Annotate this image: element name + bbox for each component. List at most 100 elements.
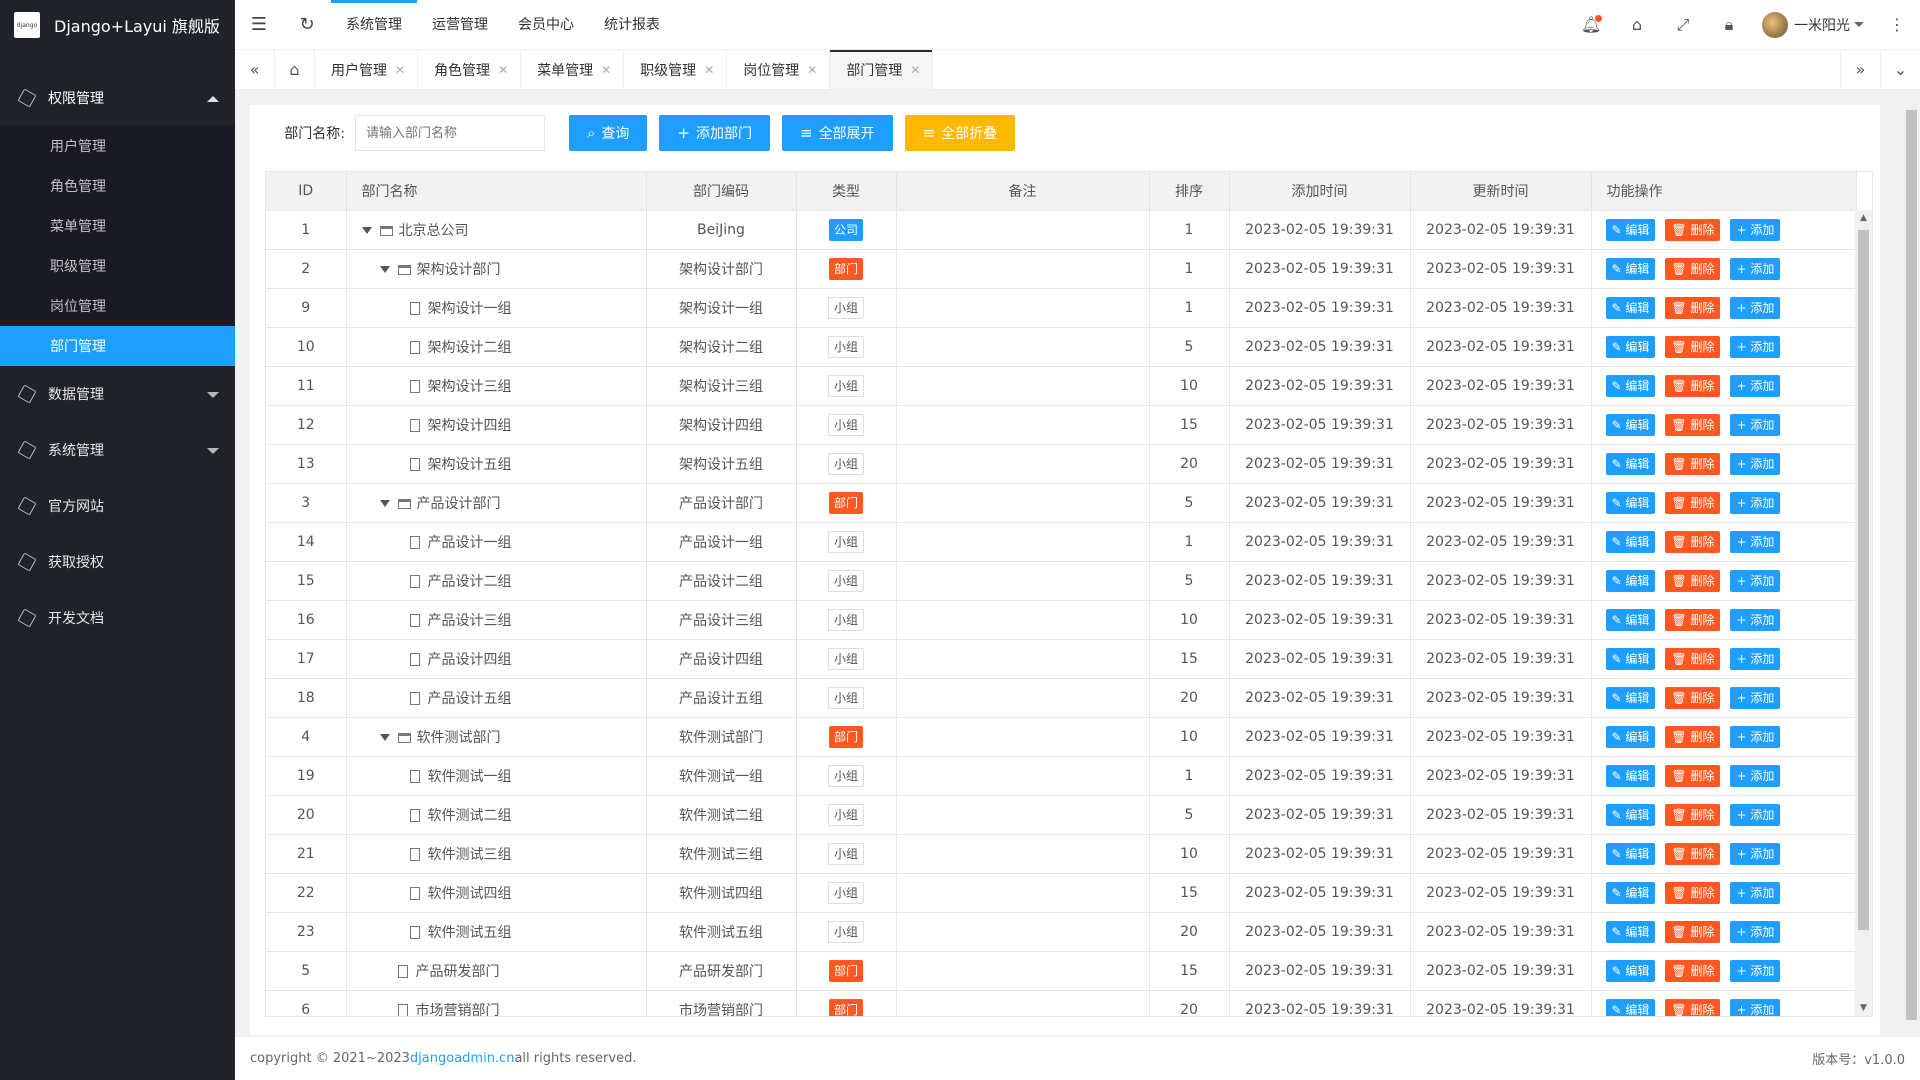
column-header-2[interactable]: 部门编码 [646,172,797,211]
tab-3[interactable]: 职级管理 ✕ [624,50,728,89]
sidebar-group-4[interactable]: 获取授权 [0,534,235,590]
edit-button[interactable]: ✎ 编辑 [1605,413,1656,436]
delete-button[interactable]: 🗑︎ 删除 [1665,608,1721,631]
query-button[interactable]: ⌕ 查询 [569,115,648,151]
tabs-scroll-left-icon[interactable]: « [235,50,275,89]
table-row[interactable]: 20 软件测试二组 软件测试二组 小组 5 2023-02-05 19:39:31 2023… [266,795,1857,835]
add-child-button[interactable]: + 添加 [1730,920,1781,943]
column-header-6[interactable]: 添加时间 [1229,172,1411,211]
table-scrollbar-thumb[interactable] [1858,230,1869,930]
caret-down-icon[interactable] [379,500,390,507]
tab-4[interactable]: 岗位管理 ✕ [727,50,831,89]
delete-button[interactable]: 🗑︎ 删除 [1665,569,1721,592]
edit-button[interactable]: ✎ 编辑 [1605,491,1656,514]
table-row[interactable]: 17 产品设计四组 产品设计四组 小组 15 2023-02-05 19:39:31 202… [266,639,1857,679]
add-child-button[interactable]: + 添加 [1730,608,1781,631]
delete-button[interactable]: 🗑︎ 删除 [1665,959,1721,982]
edit-button[interactable]: ✎ 编辑 [1605,569,1656,592]
delete-button[interactable]: 🗑︎ 删除 [1665,335,1721,358]
add-child-button[interactable]: + 添加 [1730,998,1781,1016]
column-header-5[interactable]: 排序 [1149,172,1230,211]
caret-down-icon[interactable] [379,734,390,741]
table-row[interactable]: 19 软件测试一组 软件测试一组 小组 1 2023-02-05 19:39:31 2023… [266,756,1857,796]
close-icon[interactable]: ✕ [807,63,817,77]
delete-button[interactable]: 🗑︎ 删除 [1665,842,1721,865]
menu-toggle-icon[interactable]: ☰ [235,0,283,50]
table-row[interactable]: 18 产品设计五组 产品设计五组 小组 20 2023-02-05 19:39:31 202… [266,678,1857,718]
sidebar-item-5[interactable]: 部门管理 [0,326,235,366]
column-header-1[interactable]: 部门名称 [346,172,647,211]
delete-button[interactable]: 🗑︎ 删除 [1665,374,1721,397]
column-header-7[interactable]: 更新时间 [1410,172,1592,211]
add-child-button[interactable]: + 添加 [1730,764,1781,787]
table-row[interactable]: 4 软件测试部门 软件测试部门 部门 10 2023-02-05 19:39:31 2023… [266,717,1857,757]
edit-button[interactable]: ✎ 编辑 [1605,218,1656,241]
edit-button[interactable]: ✎ 编辑 [1605,530,1656,553]
lock-icon[interactable]: 🔒︎ [1706,0,1752,50]
table-row[interactable]: 12 架构设计四组 架构设计四组 小组 15 2023-02-05 19:39:31 202… [266,405,1857,445]
column-header-4[interactable]: 备注 [896,172,1150,211]
delete-button[interactable]: 🗑︎ 删除 [1665,920,1721,943]
sidebar-item-3[interactable]: 职级管理 [0,246,235,286]
close-icon[interactable]: ✕ [395,63,405,77]
add-child-button[interactable]: + 添加 [1730,296,1781,319]
table-row[interactable]: 9 架构设计一组 架构设计一组 小组 1 2023-02-05 19:39:31 2023-… [266,288,1857,328]
bell-icon[interactable]: 🔔︎ [1568,0,1614,50]
edit-button[interactable]: ✎ 编辑 [1605,608,1656,631]
add-child-button[interactable]: + 添加 [1730,881,1781,904]
delete-button[interactable]: 🗑︎ 删除 [1665,998,1721,1016]
close-icon[interactable]: ✕ [498,63,508,77]
delete-button[interactable]: 🗑︎ 删除 [1665,413,1721,436]
caret-down-icon[interactable] [361,227,372,234]
table-row[interactable]: 14 产品设计一组 产品设计一组 小组 1 2023-02-05 19:39:31 2023… [266,522,1857,562]
column-header-8[interactable]: 功能操作 [1591,172,1857,211]
delete-button[interactable]: 🗑︎ 删除 [1665,257,1721,280]
add-dept-button[interactable]: + 添加部门 [659,115,770,151]
add-child-button[interactable]: + 添加 [1730,803,1781,826]
user-menu[interactable]: 一米阳光 [1752,11,1874,38]
caret-down-icon[interactable] [379,266,390,273]
table-row[interactable]: 6 市场营销部门 市场营销部门 部门 20 2023-02-05 19:39:31 2023… [266,990,1857,1016]
tabs-dropdown-icon[interactable]: ⌄ [1880,50,1920,89]
table-row[interactable]: 16 产品设计三组 产品设计三组 小组 10 2023-02-05 19:39:31 202… [266,600,1857,640]
edit-button[interactable]: ✎ 编辑 [1605,374,1656,397]
delete-button[interactable]: 🗑︎ 删除 [1665,725,1721,748]
tab-5[interactable]: 部门管理 ✕ [830,50,934,89]
table-row[interactable]: 15 产品设计二组 产品设计二组 小组 5 2023-02-05 19:39:31 2023… [266,561,1857,601]
scroll-down-icon[interactable]: ▼ [1855,1000,1872,1016]
add-child-button[interactable]: + 添加 [1730,686,1781,709]
add-child-button[interactable]: + 添加 [1730,569,1781,592]
tab-2[interactable]: 菜单管理 ✕ [521,50,625,89]
tab-0[interactable]: 用户管理 ✕ [315,50,419,89]
delete-button[interactable]: 🗑︎ 删除 [1665,803,1721,826]
add-child-button[interactable]: + 添加 [1730,335,1781,358]
more-vertical-icon[interactable]: ⋮ [1874,0,1920,50]
delete-button[interactable]: 🗑︎ 删除 [1665,491,1721,514]
table-row[interactable]: 1 北京总公司 BeiJing 公司 1 2023-02-05 19:39:31 2023-… [266,210,1857,250]
top-menu-item-3[interactable]: 统计报表 [589,0,675,50]
close-icon[interactable]: ✕ [601,63,611,77]
delete-button[interactable]: 🗑︎ 删除 [1665,218,1721,241]
sidebar-group-2[interactable]: 系统管理 [0,422,235,478]
edit-button[interactable]: ✎ 编辑 [1605,257,1656,280]
sidebar-item-4[interactable]: 岗位管理 [0,286,235,326]
edit-button[interactable]: ✎ 编辑 [1605,803,1656,826]
sidebar-item-0[interactable]: 用户管理 [0,126,235,166]
edit-button[interactable]: ✎ 编辑 [1605,686,1656,709]
tab-1[interactable]: 角色管理 ✕ [418,50,522,89]
add-child-button[interactable]: + 添加 [1730,491,1781,514]
fullscreen-icon[interactable]: ⤢ [1660,0,1706,50]
column-header-0[interactable]: ID [266,172,347,211]
home-icon[interactable]: ⌂ [275,50,315,89]
logo[interactable]: django Django+Layui 旗舰版 [0,0,235,50]
add-child-button[interactable]: + 添加 [1730,842,1781,865]
sidebar-group-0[interactable]: 权限管理 [0,70,235,126]
page-scrollbar-thumb[interactable] [1906,110,1917,1020]
top-menu-item-1[interactable]: 运营管理 [417,0,503,50]
table-row[interactable]: 2 架构设计部门 架构设计部门 部门 1 2023-02-05 19:39:31 2023-… [266,249,1857,289]
edit-button[interactable]: ✎ 编辑 [1605,998,1656,1016]
delete-button[interactable]: 🗑︎ 删除 [1665,881,1721,904]
page-scrollbar[interactable] [1903,92,1920,1034]
delete-button[interactable]: 🗑︎ 删除 [1665,296,1721,319]
expand-all-button[interactable]: ≡ 全部展开 [781,115,893,151]
